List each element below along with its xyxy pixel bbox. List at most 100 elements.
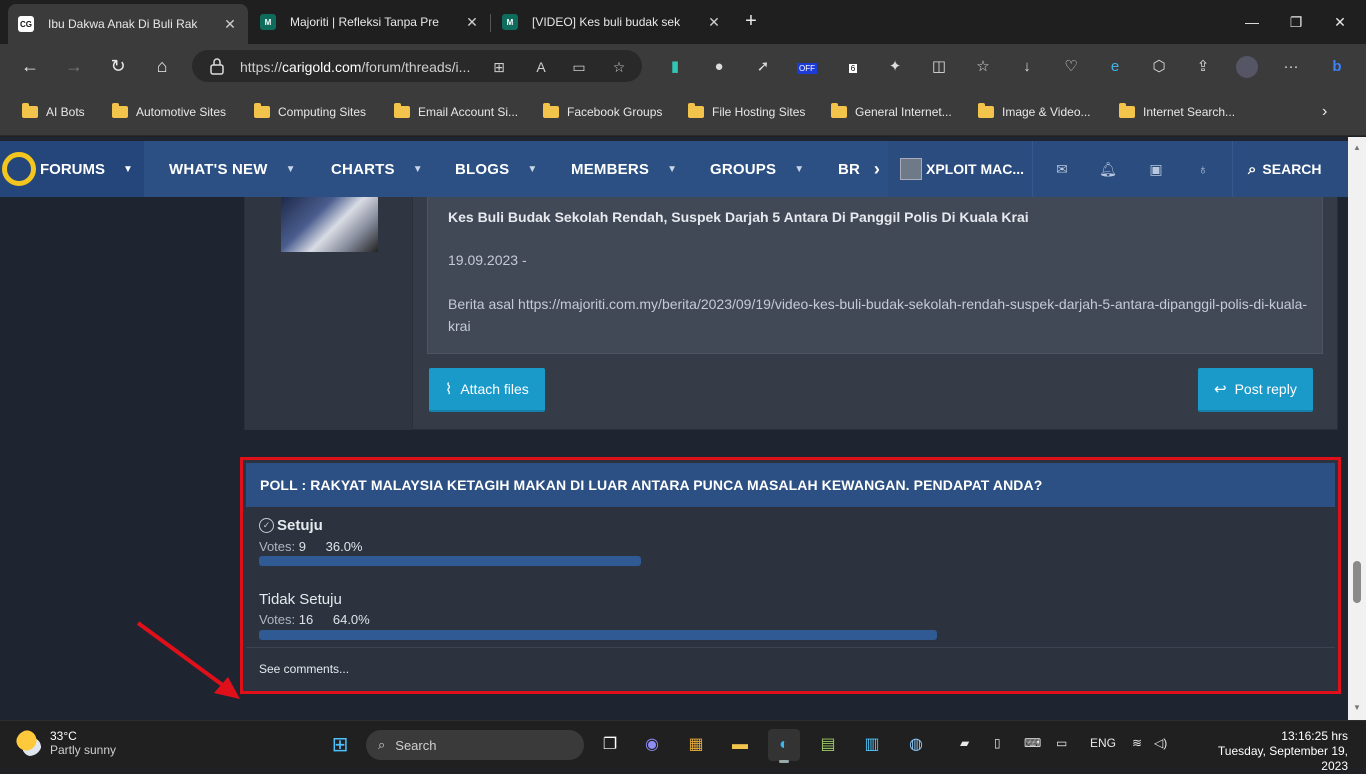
minimize-icon[interactable]: —: [1242, 12, 1262, 32]
browser-essentials-icon[interactable]: ♡: [1060, 56, 1082, 78]
option-votes: Votes: 16 64.0%: [259, 612, 370, 627]
read-aloud-icon[interactable]: A: [532, 58, 550, 76]
notepad-icon[interactable]: ▥: [856, 729, 888, 761]
close-window-icon[interactable]: ✕: [1330, 12, 1350, 32]
user-avatar-image[interactable]: [281, 197, 378, 252]
page-scrollbar[interactable]: ▲ ▼: [1348, 137, 1366, 720]
refresh-icon[interactable]: ↻: [106, 54, 130, 78]
extensions-puzzle-icon[interactable]: ✦: [884, 56, 906, 78]
back-arrow-icon[interactable]: ←: [18, 54, 42, 78]
search-button[interactable]: ⌕ SEARCH: [1248, 141, 1322, 197]
mouse-extension-icon[interactable]: ●: [708, 56, 730, 78]
chevron-down-icon[interactable]: ▼: [667, 164, 677, 175]
wifi-icon[interactable]: ≋: [1132, 736, 1142, 750]
user-menu[interactable]: XPLOIT MAC...: [900, 141, 1024, 197]
download-icon[interactable]: ↓: [1016, 56, 1038, 78]
tab-majoriti[interactable]: M Majoriti | Refleksi Tanpa Pre ✕: [250, 6, 490, 38]
nav-forums[interactable]: FORUMS ▼: [0, 141, 144, 197]
nav-whats-new[interactable]: WHAT'S NEW ▼: [169, 141, 296, 197]
scroll-up-icon[interactable]: ▲: [1352, 143, 1362, 153]
nav-blogs[interactable]: BLOGS ▼: [455, 141, 537, 197]
cursor-extension-icon[interactable]: ➚: [752, 56, 774, 78]
poll-option-tidak-setuju[interactable]: Tidak Setuju: [259, 591, 342, 608]
display-icon[interactable]: ▭: [1056, 736, 1067, 750]
share-icon[interactable]: ⇪: [1192, 56, 1214, 78]
task-view-icon[interactable]: ❐: [594, 729, 626, 761]
quote-title: Kes Buli Budak Sekolah Rendah, Suspek Da…: [448, 209, 1029, 225]
reader-extension-icon[interactable]: ▮: [664, 56, 686, 78]
badge-extension-icon[interactable]: 6: [842, 56, 864, 78]
nav-members[interactable]: MEMBERS ▼: [571, 141, 677, 197]
profile-avatar[interactable]: [1236, 56, 1258, 78]
tray-app-icon[interactable]: ▰: [960, 736, 969, 750]
toggle-extension-icon[interactable]: OFF: [796, 56, 818, 78]
scroll-down-icon[interactable]: ▼: [1352, 703, 1362, 713]
chat-icon[interactable]: ◉: [636, 729, 668, 761]
more-menu-icon[interactable]: ···: [1280, 56, 1302, 78]
money-icon[interactable]: ▣: [1146, 159, 1166, 179]
system-clock[interactable]: 13:16:25 hrs Tuesday, September 19, 2023: [1188, 729, 1348, 774]
paperclip-icon: ⌇: [445, 381, 453, 398]
vote-count: 16: [298, 612, 314, 627]
inbox-icon[interactable]: ✉: [1052, 159, 1072, 179]
chevron-down-icon[interactable]: ▼: [527, 164, 537, 175]
bookmark-folder[interactable]: Image & Video...: [978, 103, 1091, 121]
media-player-icon[interactable]: ◍: [900, 729, 932, 761]
favorite-star-icon[interactable]: ☆: [610, 58, 628, 76]
address-input[interactable]: https://carigold.com/forum/threads/i... …: [192, 50, 642, 82]
scroll-thumb[interactable]: [1353, 561, 1361, 603]
new-tab-plus-icon[interactable]: +: [738, 10, 764, 34]
post-reply-button[interactable]: ↩ Post reply: [1198, 368, 1313, 412]
weather-widget[interactable]: 33°C Partly sunny: [16, 729, 116, 757]
forward-arrow-icon[interactable]: →: [62, 54, 86, 78]
tab-close-icon[interactable]: ✕: [464, 14, 480, 31]
ie-mode-icon[interactable]: e: [1104, 56, 1126, 78]
nav-scroll-right-icon[interactable]: ›: [866, 141, 888, 197]
file-explorer-icon[interactable]: ▬: [724, 729, 756, 761]
restore-icon[interactable]: ❐: [1286, 12, 1306, 32]
chevron-down-icon[interactable]: ▼: [286, 164, 296, 175]
tab-video[interactable]: M [VIDEO] Kes buli budak sek ✕: [492, 6, 732, 38]
edge-browser-icon[interactable]: ◐: [768, 729, 800, 763]
nav-truncated[interactable]: BR: [838, 141, 860, 197]
lightbulb-icon[interactable]: ♁: [1193, 159, 1213, 179]
bookmark-folder[interactable]: AI Bots: [22, 103, 85, 121]
keyboard-icon[interactable]: ⌨: [1024, 736, 1041, 750]
chevron-down-icon[interactable]: ▼: [794, 164, 804, 175]
bookmark-folder[interactable]: Computing Sites: [254, 103, 366, 121]
bing-copilot-icon[interactable]: b: [1326, 56, 1348, 78]
tab-close-icon[interactable]: ✕: [222, 16, 238, 33]
volume-icon[interactable]: ◁): [1154, 736, 1167, 750]
bookmark-folder[interactable]: Internet Search...: [1119, 103, 1235, 121]
store-icon[interactable]: ▦: [680, 729, 712, 761]
app-available-icon[interactable]: ⊞: [490, 58, 508, 76]
home-icon[interactable]: ⌂: [150, 54, 174, 78]
bookmark-folder[interactable]: Email Account Si...: [394, 103, 518, 121]
nav-charts[interactable]: CHARTS ▼: [331, 141, 423, 197]
windows-start-icon[interactable]: ⊞: [324, 729, 356, 761]
collections-icon[interactable]: ⬡: [1148, 56, 1170, 78]
chevron-down-icon[interactable]: ▼: [123, 164, 133, 175]
tab-carigold[interactable]: CG Ibu Dakwa Anak Di Buli Rak ✕: [8, 4, 248, 44]
chevron-down-icon[interactable]: ▼: [413, 164, 423, 175]
attach-files-button[interactable]: ⌇ Attach files: [429, 368, 545, 412]
usb-icon[interactable]: ▯: [994, 736, 1001, 750]
bookmarks-more-chevron-icon[interactable]: ›: [1322, 103, 1327, 121]
taskbar-search[interactable]: ⌕ Search: [366, 730, 584, 760]
tab-close-icon[interactable]: ✕: [706, 14, 722, 31]
poll-option-setuju[interactable]: ✓ Setuju: [259, 517, 323, 534]
bookmark-folder[interactable]: Automotive Sites: [112, 103, 226, 121]
bookmark-folder[interactable]: Facebook Groups: [543, 103, 662, 121]
nav-groups[interactable]: GROUPS ▼: [710, 141, 804, 197]
notepad-plus-icon[interactable]: ▤: [812, 729, 844, 761]
bookmark-folder[interactable]: General Internet...: [831, 103, 952, 121]
immersive-reader-icon[interactable]: ▭: [570, 58, 588, 76]
quoted-content[interactable]: Kes Buli Budak Sekolah Rendah, Suspek Da…: [427, 197, 1323, 354]
bookmark-label: AI Bots: [46, 105, 85, 119]
see-comments-link[interactable]: See comments...: [259, 662, 349, 676]
bookmark-folder[interactable]: File Hosting Sites: [688, 103, 805, 121]
favorites-icon[interactable]: ☆: [972, 56, 994, 78]
bell-icon[interactable]: 🔔︎: [1098, 159, 1118, 179]
language-indicator[interactable]: ENG: [1090, 736, 1116, 750]
split-screen-icon[interactable]: ◫: [928, 56, 950, 78]
